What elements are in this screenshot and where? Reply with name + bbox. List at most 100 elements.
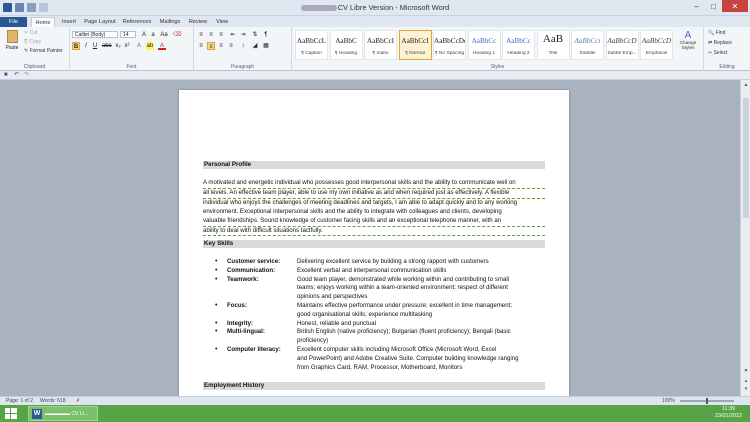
- shading-icon[interactable]: ◢: [251, 42, 259, 50]
- bold-icon[interactable]: B: [72, 42, 80, 50]
- skill-key: Integrity:: [227, 319, 254, 327]
- style-item[interactable]: AaBbCci Subtitle: [571, 30, 604, 60]
- justify-icon[interactable]: ≡: [227, 42, 235, 50]
- select-label: Select: [713, 50, 728, 56]
- skill-key: Multi-lingual:: [227, 328, 265, 336]
- bullet-icon: •: [215, 319, 218, 327]
- decrease-indent-icon[interactable]: ⇤: [229, 31, 237, 39]
- style-item[interactable]: AaBbCc Heading 2: [502, 30, 535, 60]
- numbering-icon[interactable]: ≡: [207, 31, 215, 39]
- change-styles-label: Change Styles: [679, 41, 697, 51]
- next-page-icon[interactable]: ▾: [743, 386, 749, 392]
- maximize-icon[interactable]: □: [705, 0, 722, 12]
- scroll-thumb[interactable]: [743, 98, 749, 218]
- style-preview: AaBbCcI: [401, 37, 429, 45]
- find-button[interactable]: 🔍 Find: [708, 30, 725, 36]
- copy-button[interactable]: ⎘ Copy: [24, 39, 41, 45]
- font-family-select[interactable]: Calibri (Body): [72, 31, 118, 38]
- taskbar-word-button[interactable]: W ▬▬▬▬▬ CV LI...: [28, 406, 98, 421]
- bullets-icon[interactable]: ≡: [197, 31, 205, 39]
- style-item[interactable]: AaBbCc Heading 1: [467, 30, 501, 60]
- zoom-slider-thumb[interactable]: [706, 398, 708, 404]
- tab-review[interactable]: Review: [186, 17, 210, 27]
- style-item[interactable]: AaBbCcI ¶ Index: [364, 30, 397, 60]
- increase-indent-icon[interactable]: ⇥: [239, 31, 247, 39]
- windows-start-icon[interactable]: [5, 408, 17, 419]
- grow-font-icon[interactable]: A: [140, 31, 148, 39]
- scroll-down-icon[interactable]: ▼: [743, 368, 749, 374]
- style-name: ¶ No Spacing: [434, 51, 465, 56]
- font-size-select[interactable]: 14: [120, 31, 136, 38]
- styles-group: AaBbCcL ¶ Caption AaBbC ¶ Heading AaBbCcI ¶ I…: [292, 27, 704, 71]
- style-item[interactable]: AaBbC ¶ Heading: [329, 30, 363, 60]
- word-count[interactable]: Words: 618: [40, 397, 65, 405]
- select-button[interactable]: ⇨ Select: [708, 50, 728, 56]
- minimize-icon[interactable]: –: [688, 0, 705, 12]
- multilevel-list-icon[interactable]: ≡: [217, 31, 225, 39]
- highlight-icon[interactable]: ab: [146, 42, 154, 50]
- scroll-up-icon[interactable]: ▲: [743, 82, 749, 88]
- skill-line: and PowerPoint) and Adobe Creative Suite…: [297, 354, 519, 362]
- font-color-icon[interactable]: A: [158, 42, 166, 50]
- tab-mailings[interactable]: Mailings: [156, 17, 184, 27]
- sort-icon[interactable]: ⇅: [251, 31, 259, 39]
- skill-description: Excellent computer skills including Micr…: [297, 346, 545, 372]
- section-heading-employment-history: Employment History: [203, 382, 545, 390]
- profile-paragraph[interactable]: A motivated and energetic individual who…: [203, 179, 545, 237]
- borders-icon[interactable]: ▦: [262, 42, 270, 50]
- style-item[interactable]: AaBbCcD Emphasis: [640, 30, 673, 60]
- close-icon[interactable]: ✕: [722, 0, 748, 12]
- replace-button[interactable]: ⇄ Replace: [708, 40, 732, 46]
- clear-formatting-icon[interactable]: ⌫: [173, 31, 181, 39]
- tab-file[interactable]: File: [0, 17, 27, 27]
- tab-view[interactable]: View: [212, 17, 232, 27]
- undo-small-icon[interactable]: ↶: [14, 72, 20, 78]
- change-case-icon[interactable]: Aa: [160, 31, 168, 39]
- document-page[interactable]: Personal Profile A motivated and energet…: [179, 90, 569, 396]
- skill-description: Excellent verbal and interpersonal commu…: [297, 267, 545, 276]
- skill-line: Excellent computer skills including Micr…: [297, 346, 497, 353]
- vertical-scrollbar[interactable]: ▲ ▼ ▴ ▾: [740, 80, 750, 396]
- tab-insert[interactable]: Insert: [57, 17, 81, 27]
- tab-page-layout[interactable]: Page Layout: [82, 17, 118, 27]
- style-item[interactable]: AaBbCcL ¶ Caption: [295, 30, 328, 60]
- zoom-level[interactable]: 100%: [662, 397, 675, 405]
- style-preview: AaBbCcI: [366, 37, 395, 45]
- shrink-font-icon[interactable]: a: [149, 31, 157, 39]
- style-item[interactable]: AaBbCcI ¶ Normal: [398, 30, 432, 60]
- line-spacing-icon[interactable]: ↕: [239, 42, 247, 50]
- strikethrough-icon[interactable]: abc: [102, 42, 112, 50]
- text-effects-icon[interactable]: A: [135, 42, 143, 50]
- save-small-icon[interactable]: ■: [4, 72, 10, 78]
- superscript-icon[interactable]: x²: [123, 42, 131, 50]
- tab-home[interactable]: Home: [31, 17, 55, 27]
- skill-key: Teamwork:: [227, 275, 259, 283]
- style-item[interactable]: AaBbCcDd ¶ No Spacing: [433, 30, 466, 60]
- bullet-icon: •: [215, 328, 218, 336]
- tab-references[interactable]: References: [120, 17, 154, 27]
- italic-icon[interactable]: I: [82, 42, 90, 50]
- cut-button[interactable]: ✂ Cut: [24, 30, 37, 36]
- redo-small-icon[interactable]: ↷: [24, 72, 30, 78]
- style-item[interactable]: AaBbCcD Subtle Emp...: [605, 30, 639, 60]
- format-painter-button[interactable]: ✎ Format Painter: [24, 48, 63, 54]
- section-heading-key-skills: Key Skills: [203, 240, 545, 248]
- subscript-icon[interactable]: x₂: [114, 42, 122, 50]
- align-center-icon[interactable]: ≡: [207, 42, 215, 50]
- taskbar-clock[interactable]: 11:39 23/01/2022: [715, 406, 742, 420]
- format-painter-label: Format Painter: [29, 48, 63, 54]
- page-count[interactable]: Page: 1 of 2: [6, 397, 33, 405]
- section-heading-personal-profile: Personal Profile: [203, 161, 545, 169]
- style-preview: AaBbCci: [574, 37, 601, 45]
- paste-button[interactable]: Paste: [4, 29, 20, 55]
- style-item[interactable]: AaB Title: [536, 30, 570, 60]
- underline-icon[interactable]: U: [91, 42, 99, 50]
- proofing-icon[interactable]: ✗: [76, 397, 80, 405]
- align-right-icon[interactable]: ≡: [217, 42, 225, 50]
- align-left-icon[interactable]: ≡: [197, 42, 205, 50]
- show-marks-icon[interactable]: ¶: [262, 31, 270, 39]
- replace-label: Replace: [713, 40, 732, 46]
- change-styles-button[interactable]: A Change Styles: [676, 31, 700, 52]
- clock-time: 11:39: [721, 406, 736, 412]
- previous-page-icon[interactable]: ▴: [743, 378, 749, 384]
